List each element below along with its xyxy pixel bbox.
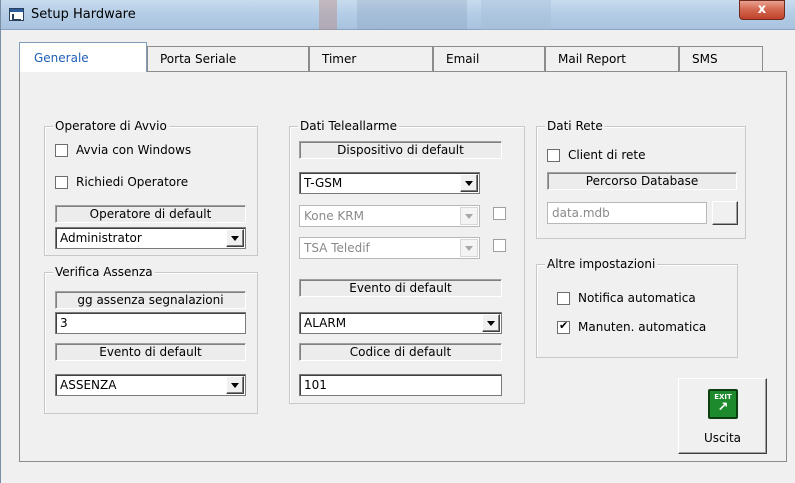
group-legend: Operatore di Avvio [53,119,169,133]
evento-assenza-label: Evento di default [55,343,246,361]
group-legend: Verifica Assenza [53,265,155,279]
checkbox-label: Manuten. automatica [578,320,707,334]
tab-timer[interactable]: Timer [309,46,433,71]
close-button[interactable]: x [739,0,785,20]
browse-database-button[interactable] [712,201,738,225]
group-legend: Dati Teleallarme [298,119,400,133]
titlebar-blur-decoration [319,0,337,30]
tab-email[interactable]: Email [433,46,545,71]
checkbox-label: Client di rete [568,148,646,162]
avvia-con-windows-checkbox[interactable]: Avvia con Windows [55,143,191,157]
chevron-down-icon [460,239,478,257]
checkbox-box[interactable] [547,148,560,162]
combo-value: ALARM [304,316,347,330]
group-legend: Altre impostazioni [545,257,658,271]
setup-hardware-window: Setup Hardware x Generale Porta Seriale … [0,0,795,483]
manuten-automatica-checkbox[interactable]: Manuten. automatica [557,319,707,334]
percorso-database-input[interactable]: data.mdb [547,202,707,224]
titlebar-blur-decoration [481,0,551,30]
tab-mail-report[interactable]: Mail Report [545,46,679,71]
close-icon: x [757,2,767,17]
combo-value: TSA Teledif [304,241,370,255]
arrow-up-right-icon: ↗ [717,400,729,415]
tab-sms[interactable]: SMS [679,46,763,71]
checkbox-box[interactable] [55,143,68,157]
uscita-label: Uscita [703,431,742,445]
notifica-automatica-checkbox[interactable]: Notifica automatica [557,291,696,305]
tab-label: Porta Seriale [160,52,237,66]
combo-value: Administrator [60,231,142,245]
evento-default-combo[interactable]: ALARM [299,312,502,334]
group-altre-impostazioni: Altre impostazioni [536,257,738,358]
app-icon [9,8,24,21]
exit-icon: EXIT ↗ [708,389,738,419]
chevron-down-icon[interactable] [226,229,244,247]
dispositivo-2-checkbox [493,207,506,220]
operatore-default-combo[interactable]: Administrator [55,227,246,249]
combo-value: Kone KRM [304,209,364,223]
dispositivo-3-combo: TSA Teledif [299,237,480,259]
codice-default-input[interactable]: 101 [299,374,502,396]
evento-default-label: Evento di default [299,279,502,297]
chevron-down-icon[interactable] [226,376,244,394]
group-dati-teleallarme: Dati Teleallarme [289,119,525,404]
checkbox-label: Avvia con Windows [76,143,192,157]
dispositivo-2-combo: Kone KRM [299,205,480,227]
checkbox-label: Notifica automatica [578,291,696,305]
gg-assenza-label: gg assenza segnalazioni [55,291,246,309]
titlebar-blur-decoration [357,0,467,30]
uscita-button[interactable]: EXIT ↗ Uscita [678,378,767,454]
combo-value: ASSENZA [60,378,117,392]
chevron-down-icon[interactable] [482,314,500,332]
dispositivo-3-checkbox [493,239,506,252]
checkbox-label: Richiedi Operatore [76,175,189,189]
chevron-down-icon [460,207,478,225]
client-di-rete-checkbox[interactable]: Client di rete [547,148,645,162]
dispositivo-default-label: Dispositivo di default [299,141,502,159]
codice-default-label: Codice di default [299,343,502,361]
dispositivo-default-combo[interactable]: T-GSM [299,172,480,194]
percorso-database-label: Percorso Database [547,172,737,190]
checkbox-box[interactable] [55,175,68,189]
combo-value: T-GSM [304,176,343,190]
evento-assenza-combo[interactable]: ASSENZA [55,374,246,396]
gg-assenza-input[interactable]: 3 [55,312,246,334]
tab-label: SMS [692,52,718,66]
tab-label: Email [446,52,480,66]
tab-label: Mail Report [558,52,626,66]
operatore-default-label: Operatore di default [55,205,246,223]
tab-generale[interactable]: Generale [19,42,147,72]
group-legend: Dati Rete [545,119,605,133]
title-bar[interactable]: Setup Hardware x [1,0,795,30]
chevron-down-icon[interactable] [460,174,478,192]
tab-label: Generale [34,51,89,65]
checkbox-box-checked[interactable] [557,319,570,334]
window-title: Setup Hardware [31,7,136,22]
checkbox-box[interactable] [557,291,570,305]
tab-porta-seriale[interactable]: Porta Seriale [147,46,309,71]
tab-label: Timer [322,52,357,66]
richiedi-operatore-checkbox[interactable]: Richiedi Operatore [55,175,188,189]
